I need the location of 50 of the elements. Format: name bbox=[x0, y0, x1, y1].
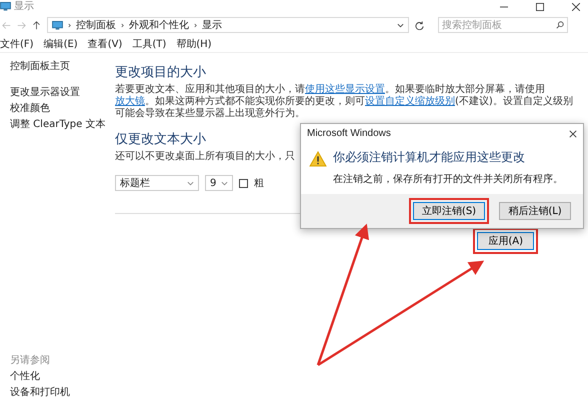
window-title: 显示 bbox=[14, 0, 34, 12]
chevron-icon bbox=[68, 22, 71, 28]
dialog-title: Microsoft Windows bbox=[307, 128, 391, 139]
maximize-icon[interactable] bbox=[536, 2, 544, 10]
sidebar-link[interactable]: 控制面板主页 bbox=[10, 61, 70, 73]
checkbox-label: 粗 bbox=[254, 177, 264, 190]
menu-item[interactable]: 查看(V) bbox=[88, 36, 122, 50]
up-arrow-icon[interactable] bbox=[32, 20, 41, 30]
close-icon[interactable] bbox=[572, 2, 580, 10]
sidebar-link[interactable]: 设备和打印机 bbox=[10, 387, 70, 399]
breadcrumb[interactable]: 控制面板 bbox=[76, 18, 116, 32]
section-heading: 仅更改文本大小 bbox=[115, 131, 206, 148]
text-link[interactable]: 使用这些显示设置 bbox=[305, 84, 385, 95]
sidebar-link[interactable]: 更改显示器设置 bbox=[10, 87, 80, 99]
monitor-icon bbox=[0, 2, 11, 11]
chevron-icon bbox=[121, 22, 124, 28]
menu-item[interactable]: 文件(F) bbox=[0, 36, 34, 50]
breadcrumb[interactable]: 显示 bbox=[202, 18, 222, 32]
section-description: 若要更改文本、应用和其他项目的大小，请使用这些显示设置。如果要临时放大部分屏幕，请使用 放大镜。如果这两种方式都不能实现你所要的更改，则可设置自定义缩放级别(不建议)。设置自定义级别可能会导致在某些显示器上出现意外行为。 bbox=[115, 84, 574, 120]
dropdown-caret-icon[interactable] bbox=[397, 22, 404, 28]
warning-icon bbox=[309, 151, 327, 167]
sidebar-link[interactable]: 个性化 bbox=[10, 371, 40, 383]
apply-button[interactable]: 应用(A) bbox=[477, 232, 534, 250]
chevron-icon bbox=[194, 22, 197, 28]
caret-icon bbox=[221, 180, 228, 186]
caret-icon bbox=[187, 180, 194, 186]
dialog-button[interactable]: 立即注销(S) bbox=[413, 202, 485, 220]
section-heading: 更改项目的大小 bbox=[115, 64, 206, 81]
close-icon[interactable] bbox=[569, 130, 577, 138]
monitor-icon bbox=[52, 20, 63, 30]
dialog-message: 在注销之前，保存所有打开的文件并关闭所有程序。 bbox=[333, 172, 563, 186]
menu-item[interactable]: 帮助(H) bbox=[176, 36, 212, 50]
dialog-heading: 你必须注销计算机才能应用这些更改 bbox=[333, 149, 526, 166]
dialog-button[interactable]: 稍后注销(L) bbox=[499, 202, 571, 220]
menu-item[interactable]: 编辑(E) bbox=[44, 36, 78, 50]
breadcrumb[interactable]: 外观和个性化 bbox=[129, 18, 189, 32]
menu-item[interactable]: 工具(T) bbox=[132, 36, 166, 50]
section-description: 还可以不更改桌面上所有项目的大小，只 bbox=[115, 151, 295, 163]
bold-checkbox[interactable] bbox=[239, 178, 248, 188]
refresh-icon[interactable] bbox=[415, 20, 424, 30]
see-also-heading: 另请参阅 bbox=[10, 354, 50, 367]
search-field[interactable]: 搜索控制面板 bbox=[438, 17, 568, 33]
sidebar-link[interactable]: 校准颜色 bbox=[10, 103, 50, 115]
font-size-dropdown[interactable]: 9 bbox=[205, 175, 233, 191]
sidebar-link[interactable]: 调整 ClearType 文本 bbox=[10, 119, 106, 131]
text-link[interactable]: 放大镜 bbox=[115, 96, 145, 107]
element-dropdown[interactable]: 标题栏 bbox=[115, 175, 199, 191]
address-field[interactable]: 控制面板 外观和个性化 显示 bbox=[47, 17, 409, 33]
search-icon bbox=[556, 21, 564, 29]
text-link[interactable]: 设置自定义缩放级别 bbox=[365, 96, 455, 107]
